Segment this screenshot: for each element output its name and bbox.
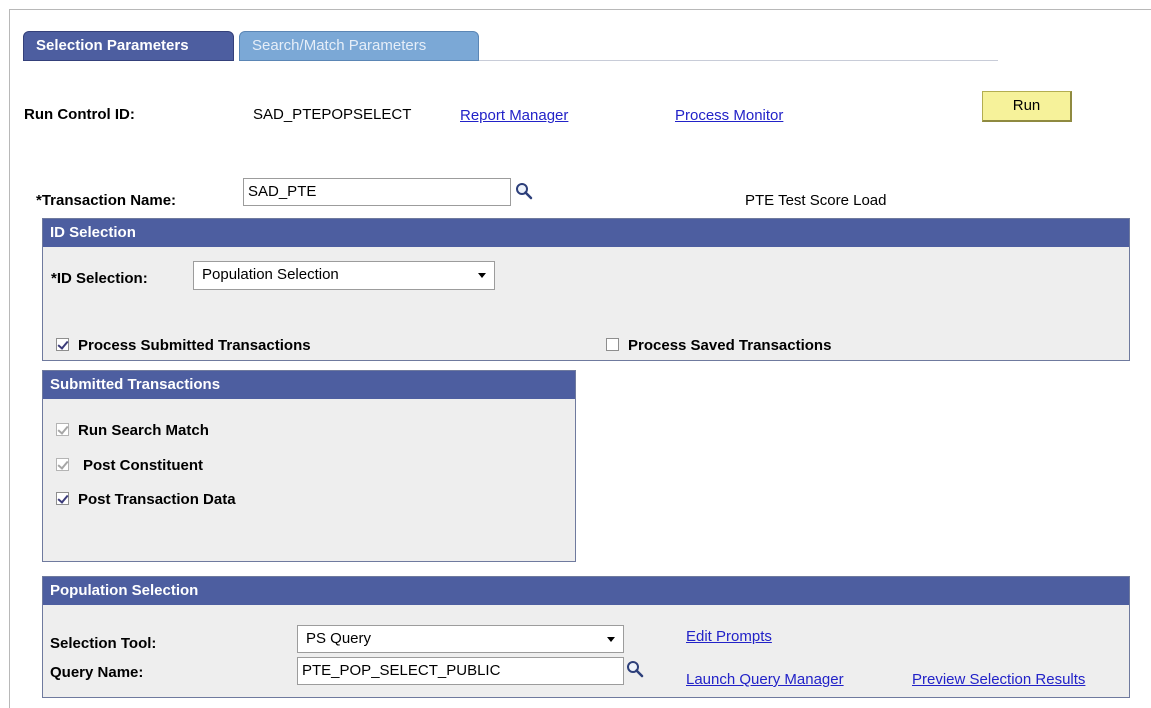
- id-selection-label: *ID Selection:: [51, 270, 148, 287]
- post-transaction-data-label: Post Transaction Data: [78, 491, 236, 508]
- selection-tool-value: PS Query: [306, 630, 372, 647]
- chevron-down-icon: [478, 273, 486, 278]
- query-name-input[interactable]: PTE_POP_SELECT_PUBLIC: [297, 657, 624, 685]
- transaction-name-label: *Transaction Name:: [36, 192, 177, 209]
- query-lookup-icon[interactable]: [626, 660, 644, 678]
- chevron-down-icon: [607, 637, 615, 642]
- page-frame-left: [9, 9, 10, 708]
- run-search-match-checkbox: [56, 423, 69, 436]
- population-selection-panel: Population Selection Selection Tool: PS …: [42, 576, 1130, 698]
- page-frame-top: [9, 9, 1151, 10]
- tab-search-match-parameters[interactable]: Search/Match Parameters: [239, 31, 479, 61]
- post-constituent-label: Post Constituent: [83, 457, 203, 474]
- report-manager-link[interactable]: Report Manager: [460, 107, 568, 124]
- submitted-transactions-panel: Submitted Transactions Run Search Match …: [42, 370, 576, 562]
- transaction-description: PTE Test Score Load: [745, 192, 887, 209]
- launch-query-manager-link[interactable]: Launch Query Manager: [686, 671, 844, 688]
- process-saved-checkbox[interactable]: [606, 338, 619, 351]
- process-submitted-label: Process Submitted Transactions: [78, 337, 311, 354]
- selection-tool-label: Selection Tool:: [50, 635, 157, 652]
- process-saved-label: Process Saved Transactions: [628, 337, 832, 354]
- post-transaction-data-checkbox[interactable]: [56, 492, 69, 505]
- id-selection-panel: ID Selection *ID Selection: Population S…: [42, 218, 1130, 361]
- run-control-value: SAD_PTEPOPSELECT: [253, 106, 412, 123]
- run-control-label: Run Control ID:: [24, 106, 135, 123]
- process-submitted-checkbox[interactable]: [56, 338, 69, 351]
- transaction-name-input[interactable]: SAD_PTE: [243, 178, 511, 206]
- run-button[interactable]: Run: [982, 91, 1072, 122]
- tab-selection-parameters[interactable]: Selection Parameters: [23, 31, 234, 61]
- edit-prompts-link[interactable]: Edit Prompts: [686, 628, 772, 645]
- tab-divider: [479, 60, 998, 61]
- population-selection-header: Population Selection: [43, 577, 1129, 605]
- transaction-lookup-icon[interactable]: [515, 182, 533, 200]
- selection-tool-dropdown[interactable]: PS Query: [297, 625, 624, 653]
- id-selection-value: Population Selection: [202, 266, 339, 283]
- id-selection-header: ID Selection: [43, 219, 1129, 247]
- process-monitor-link[interactable]: Process Monitor: [675, 107, 783, 124]
- preview-selection-results-link[interactable]: Preview Selection Results: [912, 671, 1085, 688]
- query-name-label: Query Name:: [50, 664, 144, 681]
- post-constituent-checkbox: [56, 458, 69, 471]
- id-selection-dropdown[interactable]: Population Selection: [193, 261, 495, 290]
- run-search-match-label: Run Search Match: [78, 422, 209, 439]
- submitted-transactions-header: Submitted Transactions: [43, 371, 575, 399]
